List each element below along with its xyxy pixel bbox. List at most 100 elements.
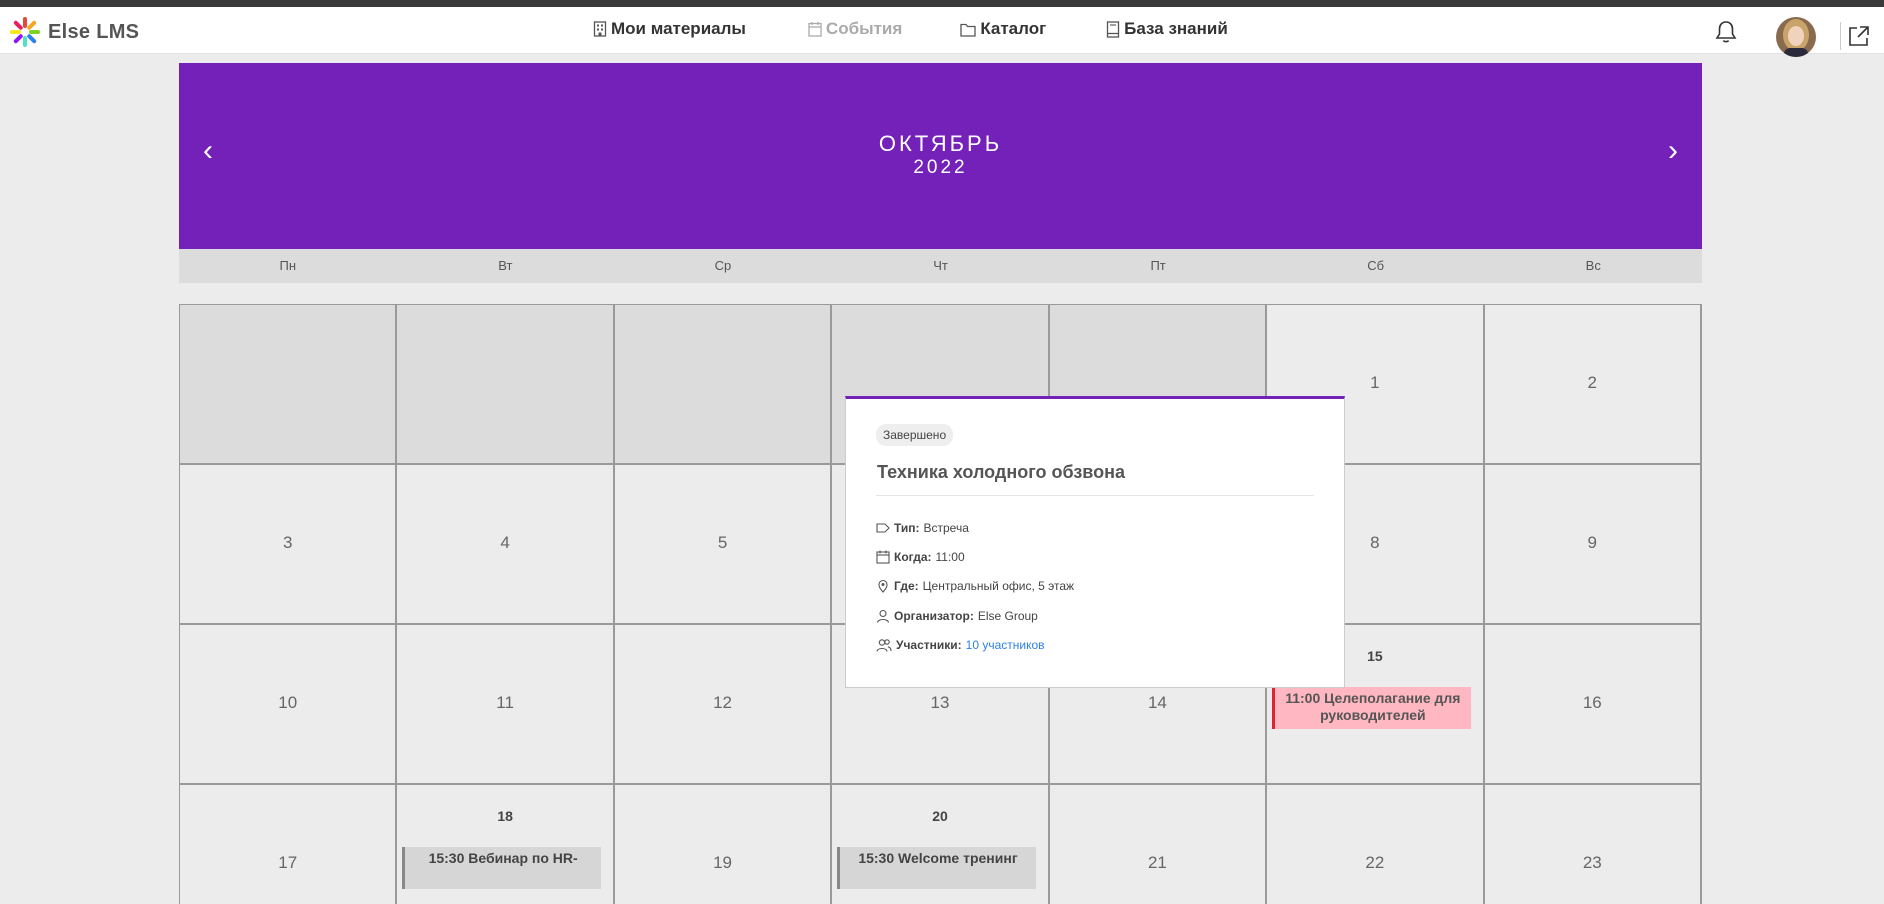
day-number: 17 [278,853,298,872]
calendar-day-22[interactable]: 22 [1267,785,1485,904]
day-number: 1 [1370,373,1380,392]
logo-text: Else LMS [48,20,140,43]
main-nav: Мои материалы События Каталог База знани… [593,19,1228,39]
event-type-label: Тип: [894,521,920,535]
day-number: 12 [713,693,733,712]
day-number: 20 [932,808,948,824]
day-number: 11 [496,693,514,712]
event-when-value: 11:00 [935,550,965,564]
logo-icon [10,17,40,47]
nav-catalog-label: Каталог [980,19,1047,38]
users-icon [876,639,892,652]
open-external-button[interactable] [1848,25,1870,52]
nav-catalog[interactable]: Каталог [960,19,1046,39]
calendar-event[interactable]: 15:30 Вебинар по HR- [402,847,601,889]
popup-divider [876,495,1314,496]
event-organizer-label: Организатор: [894,609,974,623]
calendar-day-5[interactable]: 5 [614,465,833,625]
participants-link[interactable]: 10 участников [966,638,1045,652]
nav-knowledge-base-label: База знаний [1124,19,1228,38]
weekday-header: Пн Вт Ср Чт Пт Сб Вс [179,249,1702,283]
day-number: 21 [1147,853,1167,872]
calendar-icon [876,550,890,564]
year: 2022 [913,157,968,178]
tag-icon [876,523,890,533]
nav-events-label: События [825,19,903,38]
weekday-sun: Вс [1585,258,1601,273]
event-where-row: Где: Центральный офис, 5 этаж [876,579,1074,593]
event-when-row: Когда: 11:00 [876,550,965,564]
month-header: ‹ ОКТЯБРЬ 2022 › [179,63,1702,249]
notifications-button[interactable] [1715,20,1737,49]
event-when-label: Когда: [894,550,932,564]
day-number: 4 [500,533,510,552]
calendar-cell-empty [397,305,615,465]
book-icon [1107,20,1120,38]
weekday-mon: Пн [279,258,297,273]
weekday-tue: Вт [498,258,513,273]
nav-knowledge-base[interactable]: База знаний [1106,19,1228,39]
day-number: 10 [278,693,298,712]
day-number: 9 [1587,533,1598,552]
bell-icon [1715,21,1737,43]
nav-events[interactable]: События [808,19,902,39]
calendar-day-23[interactable]: 23 [1484,785,1702,904]
event-type-value: Встреча [923,521,969,535]
day-number: 19 [713,853,733,872]
day-number: 13 [930,693,950,712]
logo[interactable]: Else LMS [8,15,139,49]
weekday-thu: Чт [933,258,948,273]
calendar-day-4[interactable]: 4 [397,465,615,625]
day-number: 14 [1147,693,1167,712]
event-where-value: Центральный офис, 5 этаж [922,579,1075,593]
building-icon [593,21,607,37]
top-navbar: Else LMS Мои материалы События Каталог Б… [0,7,1884,57]
status-badge: Завершено [876,424,954,446]
event-title: Техника холодного обзвона [877,462,1125,482]
month-name: ОКТЯБРЬ [878,131,1003,156]
day-number: 5 [717,533,728,552]
calendar-day-12[interactable]: 12 [614,625,833,785]
day-number: 2 [1587,373,1598,392]
calendar-day-18[interactable]: 18 15:30 Вебинар по HR- [397,785,615,904]
event-organizer-row: Организатор: Else Group [876,609,1038,623]
nav-my-materials[interactable]: Мои материалы [593,19,746,39]
calendar-day-19[interactable]: 19 [614,785,833,904]
calendar-day-16[interactable]: 16 [1484,625,1702,785]
calendar-cell-empty [180,305,398,465]
event-type-row: Тип: Встреча [876,521,969,535]
user-icon [876,609,890,623]
event-participants-label: Участники: [896,638,962,652]
calendar-day-21[interactable]: 21 [1049,785,1268,904]
calendar-event[interactable]: 11:00 Целеполагание для руководителей [1272,687,1471,729]
event-details-popup: Завершено Техника холодного обзвона Тип:… [845,396,1345,688]
next-month-button[interactable]: › [1668,136,1678,166]
event-where-label: Где: [894,579,919,593]
day-number: 23 [1582,853,1602,872]
event-organizer-value: Else Group [977,609,1038,623]
event-participants-row: Участники: 10 участников [876,638,1045,652]
day-number: 18 [497,808,513,824]
avatar[interactable] [1776,17,1816,57]
day-number: 3 [282,533,293,552]
calendar-day-3[interactable]: 3 [180,465,398,625]
calendar-day-10[interactable]: 10 [180,625,398,785]
calendar-day-20[interactable]: 20 15:30 Welcome тренинг [832,785,1050,904]
calendar-cell-empty [614,305,833,465]
day-number: 22 [1365,853,1385,872]
browser-top-strip [0,0,1884,7]
weekday-sat: Сб [1367,258,1385,273]
day-number: 16 [1582,693,1602,712]
weekday-wed: Ср [714,258,732,273]
calendar-icon [808,22,822,37]
calendar-day-11[interactable]: 11 [397,625,615,785]
external-link-icon [1849,26,1869,46]
weekday-fri: Пт [1150,258,1166,273]
avatar-photo [1776,17,1816,57]
calendar-event[interactable]: 15:30 Welcome тренинг [837,847,1036,889]
calendar-day-17[interactable]: 17 [180,785,398,904]
calendar-day-9[interactable]: 9 [1484,465,1702,625]
location-pin-icon [878,579,888,593]
calendar-day-2[interactable]: 2 [1484,305,1702,465]
nav-my-materials-label: Мои материалы [611,19,746,38]
